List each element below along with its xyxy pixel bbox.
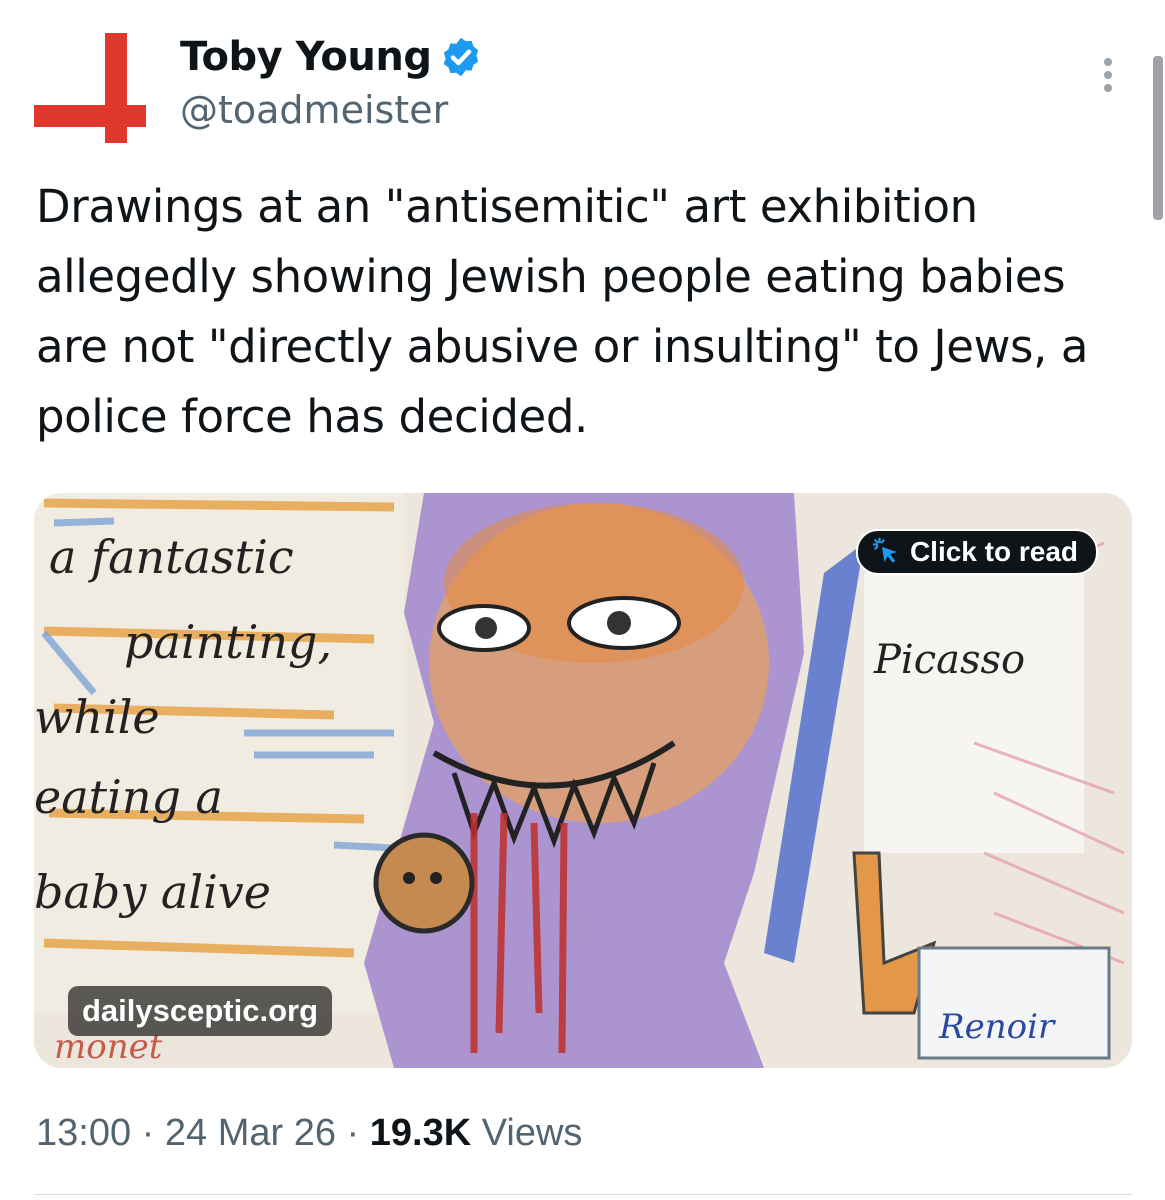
author-handle[interactable]: @toadmeister (180, 88, 448, 132)
tweet-meta: 13:00 · 24 Mar 26 · 19.3K Views (36, 1112, 582, 1155)
author-name-row: Toby Young (180, 34, 483, 80)
author-display-name[interactable]: Toby Young (180, 34, 432, 80)
tweet-time[interactable]: 13:00 (36, 1112, 131, 1154)
artwork-text-line2: painting, (124, 615, 332, 669)
artwork-text-line3: while (34, 690, 160, 744)
tweet-text: Drawings at an "antisemitic" art exhibit… (36, 180, 1089, 443)
artwork-text-line1: a fantastic (49, 530, 294, 584)
click-to-read-button[interactable]: Click to read (855, 529, 1098, 575)
meta-separator: · (141, 1112, 155, 1154)
artwork-image: a fantastic painting, while eating a bab… (34, 493, 1132, 1068)
cursor-click-icon (872, 537, 897, 563)
views-count: 19.3K (369, 1112, 472, 1154)
artwork-text-renoir: Renoir (938, 1007, 1056, 1047)
meta-separator: · (346, 1112, 360, 1154)
artwork-text-picasso: Picasso (873, 637, 1025, 683)
card-domain-badge: dailysceptic.org (68, 986, 333, 1036)
verified-badge-icon (444, 37, 479, 77)
avatar[interactable] (30, 28, 148, 146)
divider (34, 1194, 1132, 1195)
tweet-date[interactable]: 24 Mar 26 (165, 1112, 336, 1154)
artwork-text-line5: baby alive (34, 865, 271, 919)
tweet: Toby Young @toadmeister Drawings at an "… (0, 0, 1165, 1200)
link-card-image[interactable]: a fantastic painting, while eating a bab… (34, 493, 1132, 1068)
more-options-icon[interactable] (1094, 58, 1122, 98)
scrollbar[interactable] (1153, 56, 1163, 220)
artwork-text-line4: eating a (34, 770, 223, 824)
views-label: Views (481, 1112, 583, 1154)
click-to-read-label: Click to read (909, 536, 1078, 567)
